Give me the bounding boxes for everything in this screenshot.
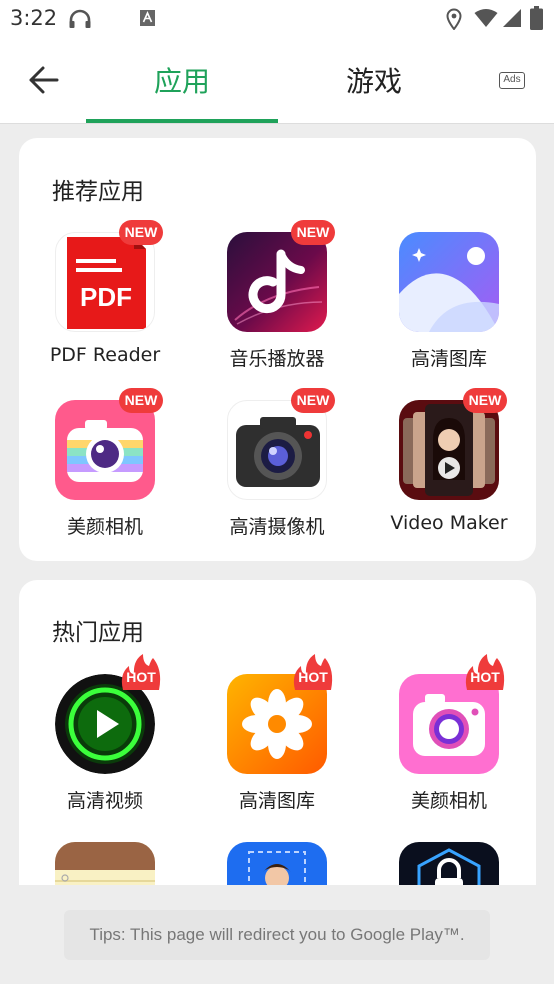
new-badge: NEW bbox=[119, 220, 163, 245]
hot-badge: HOT bbox=[463, 652, 507, 694]
app-a-icon bbox=[140, 10, 155, 26]
app-label: 高清图库 bbox=[410, 348, 487, 370]
app-item-id-photo-partial[interactable] bbox=[197, 842, 357, 885]
app-label: 高清视频 bbox=[66, 790, 143, 812]
popular-title: 热门应用 bbox=[52, 620, 144, 646]
lock-icon bbox=[399, 842, 499, 885]
location-icon bbox=[446, 8, 462, 30]
camera-icon bbox=[227, 400, 327, 500]
app-label: 美颜相机 bbox=[66, 516, 143, 538]
tip-text: Tips: This page will redirect you to Goo… bbox=[89, 925, 465, 944]
status-bar: 3:22 bbox=[0, 0, 554, 38]
top-app-bar: 应用 游戏 Ads bbox=[0, 38, 554, 124]
app-label: PDF Reader bbox=[49, 344, 161, 366]
recommended-title: 推荐应用 bbox=[52, 179, 144, 205]
pdf-icon: PDF bbox=[55, 232, 155, 332]
signal-icon bbox=[503, 9, 521, 27]
app-item-beauty-camera-hot[interactable]: HOT 美颜相机 bbox=[369, 654, 529, 824]
app-label: 高清摄像机 bbox=[229, 516, 325, 538]
app-item-notes-partial[interactable] bbox=[25, 842, 185, 885]
app-item-pdf-reader[interactable]: PDF NEW PDF Reader bbox=[25, 220, 185, 382]
app-item-gallery-hot[interactable]: HOT 高清图库 bbox=[197, 654, 357, 824]
id-photo-icon bbox=[227, 842, 327, 885]
app-item-lock-partial[interactable] bbox=[369, 842, 529, 885]
active-tab-indicator bbox=[86, 119, 278, 123]
music-note-icon bbox=[227, 232, 327, 332]
pdf-icon-text: PDF bbox=[80, 282, 132, 312]
new-badge: NEW bbox=[291, 220, 335, 245]
app-list-scroll[interactable]: 推荐应用 PDF NEW PDF Reader NEW 音乐播放器 高清图库 N… bbox=[0, 124, 554, 885]
wifi-icon bbox=[474, 9, 498, 27]
app-item-beauty-camera[interactable]: NEW 美颜相机 bbox=[25, 388, 185, 550]
google-play-tip: Tips: This page will redirect you to Goo… bbox=[64, 910, 490, 960]
app-item-gallery[interactable]: 高清图库 bbox=[369, 232, 529, 382]
recommended-apps-card: 推荐应用 PDF NEW PDF Reader NEW 音乐播放器 高清图库 N… bbox=[19, 138, 536, 561]
app-label: 美颜相机 bbox=[410, 790, 487, 812]
new-badge: NEW bbox=[291, 388, 335, 413]
popular-apps-card: 热门应用 HOT 高清视频 HOT 高清图库 HOT 美颜相机 bbox=[19, 580, 536, 885]
app-label: 高清图库 bbox=[238, 790, 315, 812]
battery-icon bbox=[530, 6, 543, 30]
headset-icon bbox=[69, 9, 91, 28]
arrow-left-icon[interactable] bbox=[26, 64, 62, 96]
hot-badge: HOT bbox=[119, 652, 163, 694]
video-maker-icon bbox=[399, 400, 499, 500]
new-badge: NEW bbox=[463, 388, 507, 413]
app-item-video-maker[interactable]: NEW Video Maker bbox=[369, 388, 529, 550]
notepad-icon bbox=[55, 842, 155, 885]
beauty-camera-icon bbox=[55, 400, 155, 500]
hot-badge: HOT bbox=[291, 652, 335, 694]
tab-games[interactable]: 游戏 bbox=[278, 60, 470, 100]
ads-button[interactable]: Ads bbox=[499, 72, 525, 89]
app-item-hd-camera[interactable]: NEW 高清摄像机 bbox=[197, 388, 357, 550]
new-badge: NEW bbox=[119, 388, 163, 413]
tab-apps[interactable]: 应用 bbox=[86, 60, 278, 100]
status-time: 3:22 bbox=[10, 6, 58, 30]
app-label: Video Maker bbox=[390, 512, 508, 534]
app-item-hd-video[interactable]: HOT 高清视频 bbox=[25, 654, 185, 824]
gallery-icon bbox=[399, 232, 499, 332]
app-item-music-player[interactable]: NEW 音乐播放器 bbox=[197, 220, 357, 382]
app-label: 音乐播放器 bbox=[229, 348, 325, 370]
